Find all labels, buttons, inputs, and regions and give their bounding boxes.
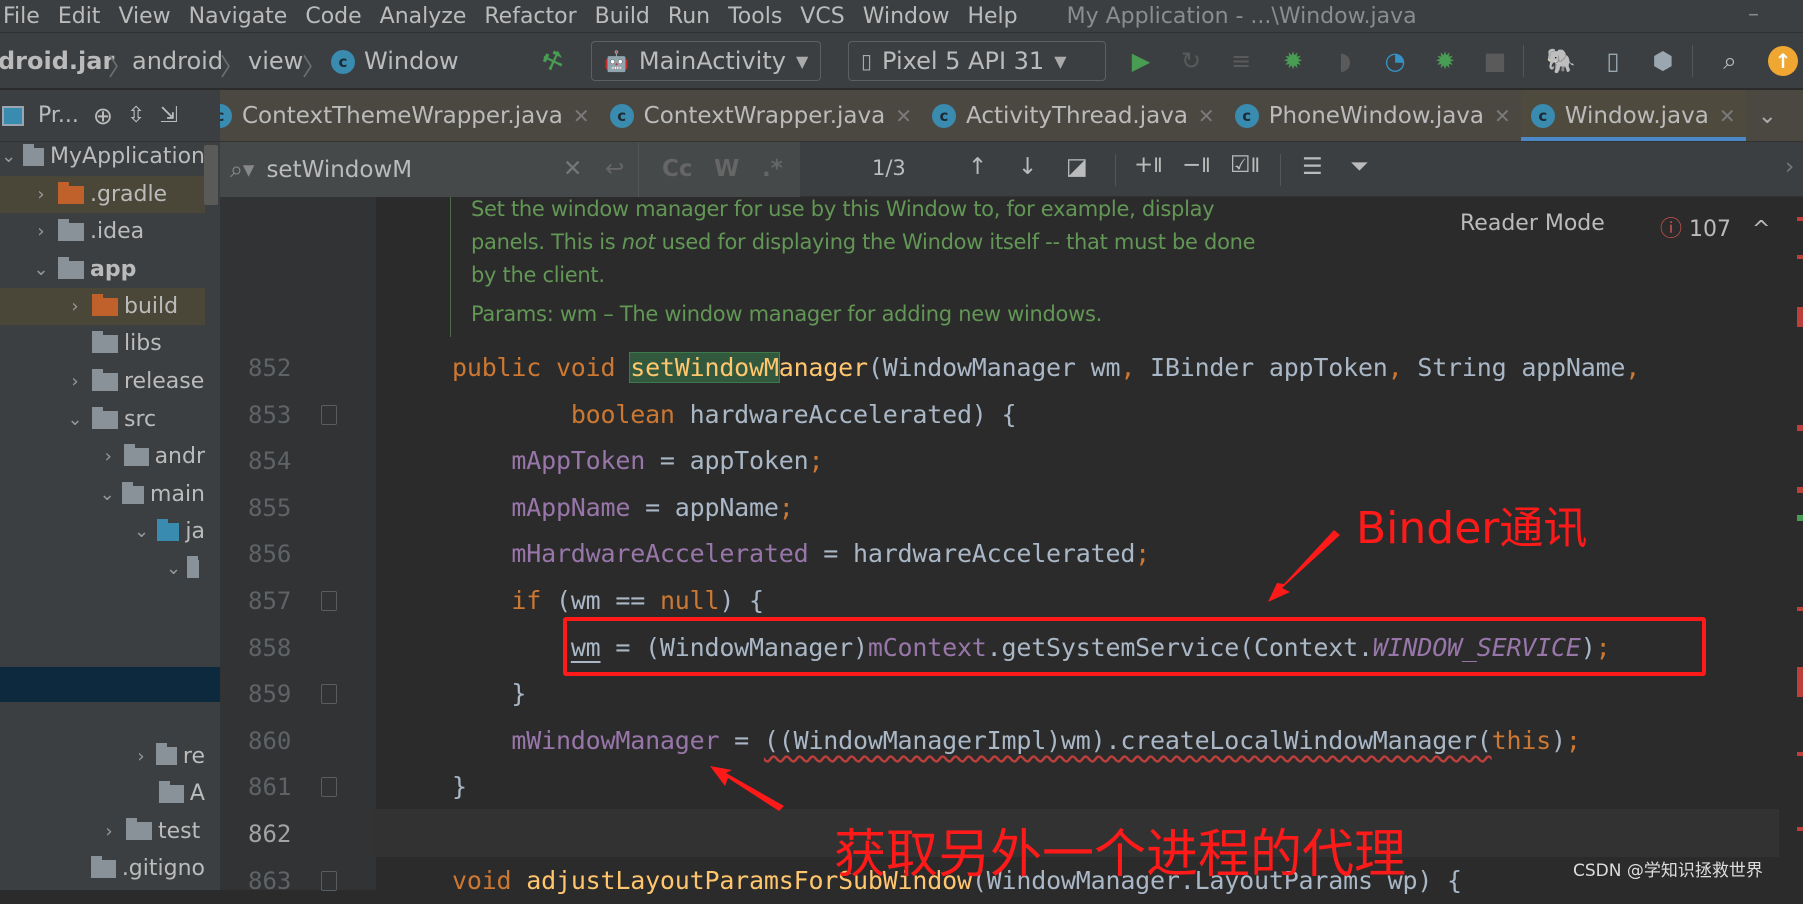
- watermark: CSDN @学知识拯救世界: [1573, 861, 1763, 881]
- annotation-arrows: [710, 530, 1340, 811]
- annotation-binder: Binder通讯: [1356, 503, 1588, 554]
- annotation-proxy: 获取另外一个进程的代理: [834, 825, 1407, 885]
- arrow-proxy: [710, 766, 784, 811]
- arrow-binder: [1268, 530, 1340, 602]
